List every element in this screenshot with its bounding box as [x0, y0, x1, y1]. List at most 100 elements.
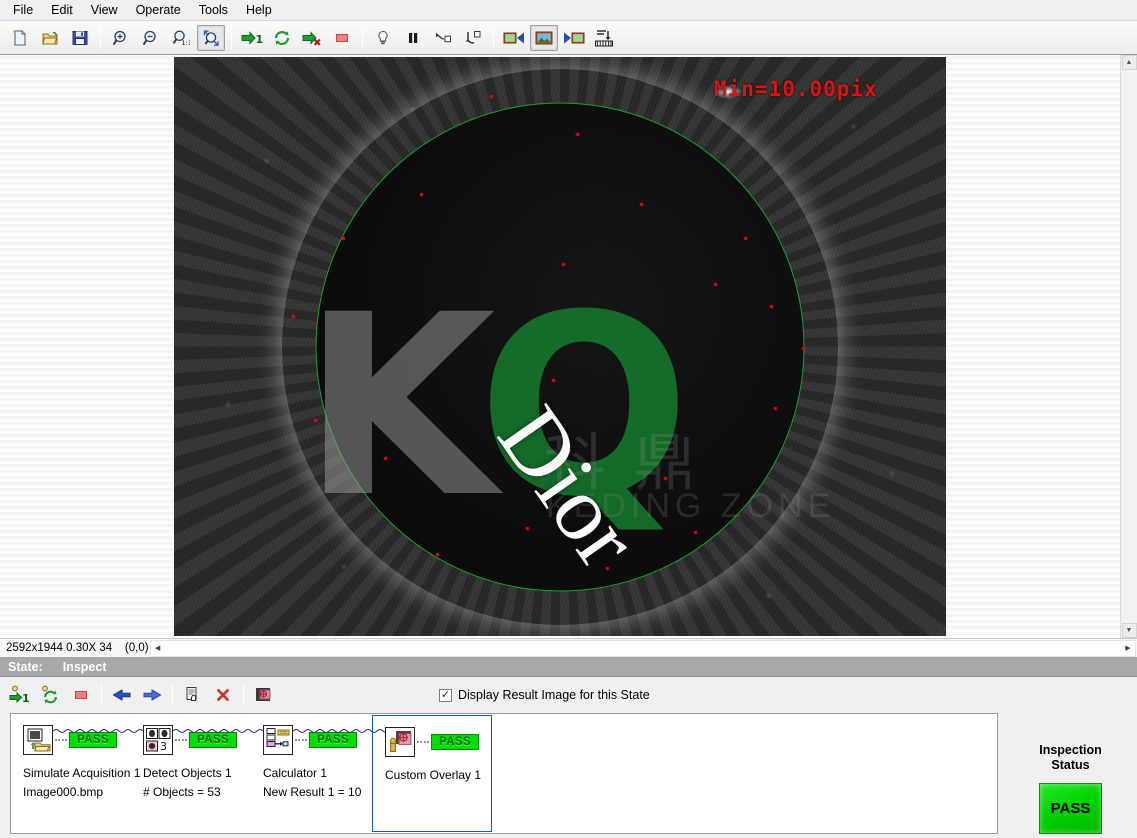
menu-edit[interactable]: Edit	[42, 1, 82, 20]
zoom-out-icon[interactable]	[137, 25, 165, 51]
run-once-icon[interactable]: 1	[238, 25, 266, 51]
status-badge: PASS	[189, 732, 238, 748]
viewer-canvas[interactable]: KQ 科 鼎 KEDING ZONE Dior Min=10.00pix	[0, 55, 1120, 638]
state-bar: State: Inspect	[0, 657, 1137, 677]
step-custom-overlay[interactable]: PASS Custom Overlay 1	[372, 715, 492, 832]
scroll-right-arrow[interactable]: ▶	[1121, 642, 1135, 655]
previous-step-icon[interactable]	[108, 682, 136, 708]
defect-blob	[436, 553, 439, 556]
defect-blob	[490, 95, 493, 98]
detect-objects-count: 3	[160, 740, 167, 753]
inspection-status-panel: Inspection Status PASS	[1004, 713, 1137, 834]
stop-run-icon[interactable]	[298, 25, 326, 51]
step-connector-dots	[55, 739, 67, 741]
inspection-status-title-line1: Inspection	[1039, 743, 1102, 757]
toolbar-separator	[243, 684, 244, 706]
scroll-down-arrow[interactable]: ▼	[1121, 623, 1137, 638]
defect-blob	[802, 347, 805, 350]
defect-blob	[744, 237, 747, 240]
step-header: PASS	[385, 726, 491, 758]
step-name: Simulate Acquisition 1	[23, 766, 141, 780]
next-step-icon[interactable]	[138, 682, 166, 708]
step-calculator[interactable]: PASS Calculator 1 New Result 1 = 10	[251, 714, 413, 833]
step-sub: Image000.bmp	[23, 785, 104, 799]
inspection-image[interactable]: KQ 科 鼎 KEDING ZONE Dior Min=10.00pix	[174, 57, 946, 636]
zoom-fit-window-icon[interactable]	[197, 24, 225, 51]
step-name: Detect Objects 1	[143, 766, 232, 780]
abort-icon[interactable]	[328, 25, 356, 51]
zoom-in-icon[interactable]	[107, 25, 135, 51]
defect-blob	[640, 203, 643, 206]
detect-objects-icon: 3	[143, 725, 173, 755]
step-strip[interactable]: PASS Simulate Acquisition 1 Image000.bmp	[10, 713, 998, 834]
inspection-status-result: PASS	[1039, 783, 1102, 834]
menu-view[interactable]: View	[82, 1, 127, 20]
step-header: PASS	[263, 724, 371, 756]
previous-image-icon[interactable]	[500, 25, 528, 51]
main-toolbar: 1:1 1	[0, 21, 1137, 55]
current-image-icon[interactable]	[530, 24, 558, 51]
image-viewer: KQ 科 鼎 KEDING ZONE Dior Min=10.00pix ▲ ▼	[0, 55, 1137, 638]
run-continuous-icon[interactable]	[268, 25, 296, 51]
step-sub: # Objects = 53	[143, 785, 221, 799]
image-to-filmstrip-icon[interactable]	[590, 25, 618, 51]
application-window: File Edit View Operate Tools Help 1:1 1 …	[0, 0, 1137, 838]
inspection-status-title: Inspection Status	[1039, 743, 1102, 773]
svg-text:1: 1	[256, 33, 264, 46]
defect-blob	[770, 305, 773, 308]
pause-icon[interactable]	[399, 25, 427, 51]
save-inspection-icon[interactable]	[66, 25, 94, 51]
status-badge: PASS	[431, 734, 480, 750]
new-inspection-icon[interactable]	[6, 25, 34, 51]
viewer-vertical-scrollbar[interactable]: ▲ ▼	[1120, 55, 1137, 638]
calculator-icon	[263, 725, 293, 755]
menu-operate[interactable]: Operate	[127, 1, 190, 20]
simulate-acquisition-icon	[23, 725, 53, 755]
step-connector-dots	[417, 741, 429, 743]
stop-state-icon[interactable]	[67, 682, 95, 708]
zoom-actual-size-icon[interactable]: 1:1	[167, 25, 195, 51]
defect-blob	[774, 407, 777, 410]
status-badge: PASS	[309, 732, 358, 748]
step-strip-area: PASS Simulate Acquisition 1 Image000.bmp	[0, 713, 1137, 838]
step-simulate-acquisition[interactable]: PASS Simulate Acquisition 1 Image000.bmp	[11, 714, 173, 833]
custom-overlay-icon	[385, 727, 415, 757]
scroll-left-arrow[interactable]: ◀	[151, 642, 165, 655]
next-image-icon[interactable]	[560, 25, 588, 51]
display-result-image-checkbox[interactable]: ✓	[439, 688, 452, 702]
menu-tools[interactable]: Tools	[190, 1, 237, 20]
toolbar-separator	[493, 26, 494, 49]
state-value[interactable]: Inspect	[43, 660, 107, 674]
step-connector-dots	[295, 739, 307, 741]
open-inspection-icon[interactable]	[36, 25, 64, 51]
step-over-icon[interactable]	[459, 25, 487, 51]
menu-help[interactable]: Help	[237, 1, 281, 20]
step-name: Custom Overlay 1	[385, 768, 482, 782]
defect-blob	[292, 315, 295, 318]
edit-step-icon[interactable]	[179, 682, 207, 708]
defect-blob	[714, 283, 717, 286]
step-into-icon[interactable]	[429, 25, 457, 51]
add-overlay-step-icon[interactable]	[250, 682, 278, 708]
viewer-horizontal-scrollbar[interactable]: ◀ ▶	[149, 639, 1136, 657]
delete-step-icon[interactable]	[209, 682, 237, 708]
menu-file[interactable]: File	[4, 1, 42, 20]
step-detect-objects[interactable]: 3 PASS Detect Objects 1 # Objects = 53	[131, 714, 293, 833]
step-sub: New Result 1 = 10	[263, 785, 362, 799]
display-result-image-checkbox-wrapper[interactable]: ✓ Display Result Image for this State	[439, 688, 650, 702]
step-connector-dots	[175, 739, 187, 741]
svg-text:1:1: 1:1	[182, 39, 191, 47]
measurement-overlay-text: Min=10.00pix	[714, 77, 878, 101]
defect-blob	[606, 567, 609, 570]
run-state-once-icon[interactable]: 1	[7, 682, 35, 708]
toolbar-separator	[172, 684, 173, 706]
lightbulb-icon[interactable]	[369, 25, 397, 51]
watermark-letter-k: K	[302, 261, 496, 552]
run-state-continuous-icon[interactable]	[37, 682, 65, 708]
menu-bar: File Edit View Operate Tools Help	[0, 0, 1137, 21]
scroll-up-arrow[interactable]: ▲	[1121, 55, 1137, 70]
svg-text:1: 1	[22, 692, 30, 705]
toolbar-separator	[362, 26, 363, 49]
image-status-bar: 2592x1944 0.30X 34 (0,0) ◀ ▶	[0, 638, 1137, 657]
step-header: PASS	[23, 724, 131, 756]
